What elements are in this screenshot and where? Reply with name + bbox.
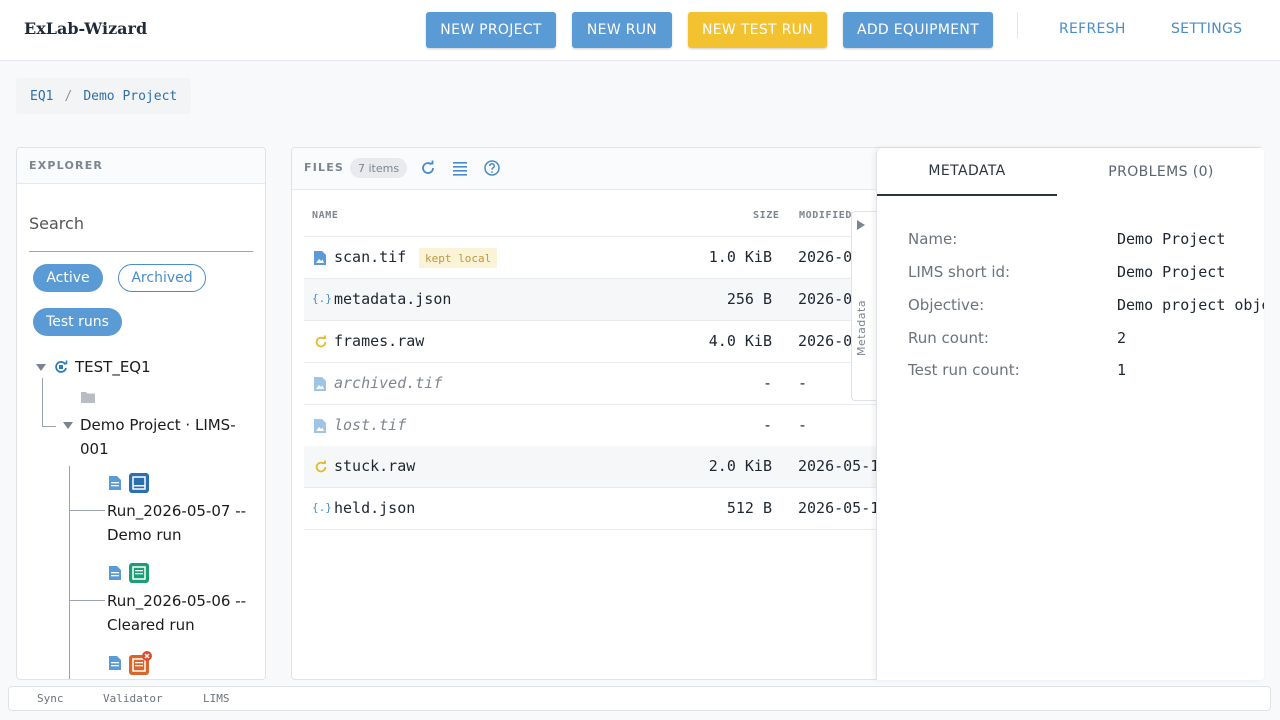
file-modified: - [798,416,808,434]
search-field [29,210,253,252]
field-label: Test run count: [908,361,1020,379]
document-icon [109,566,121,580]
file-size: 2.0 KiB [708,457,772,475]
column-header-modified[interactable]: MODIFIED [799,210,852,221]
status-sync[interactable]: Sync [37,692,64,705]
tree-node-run[interactable]: Run_2026-05-07 -- Demo run [107,499,265,547]
breadcrumb-separator: / [64,88,73,104]
explorer-title: EXPLORER [17,148,265,184]
metadata-panel: METADATA PROBLEMS (0) Name: Demo Project… [876,148,1264,680]
document-icon [109,476,121,490]
field-label: Objective: [908,296,985,314]
image-file-icon [314,251,326,265]
file-name: scan.tif [334,248,407,266]
table-row[interactable]: scan.tif kept local 1.0 KiB 2026-05-1 [304,237,884,279]
test-equipment-icon [55,360,68,373]
tree-node-project[interactable]: Demo Project · LIMS-001 [80,413,260,461]
tree-node-equipment[interactable]: TEST_EQ1 [75,355,151,379]
folder-icon [81,392,95,403]
status-bar: Sync Validator LIMS [8,686,1271,711]
refresh-icon[interactable] [420,160,436,176]
json-file-icon: {.} [312,292,332,305]
top-bar: ExLab-Wizard NEW PROJECT NEW RUN NEW TES… [0,0,1280,61]
new-project-button[interactable]: NEW PROJECT [426,12,556,48]
file-size: 512 B [726,499,772,517]
file-size: - [762,416,772,434]
table-row[interactable]: {.} metadata.json 256 B 2026-05-1 [304,279,884,321]
field-value: Demo Project [1117,230,1226,248]
refresh-button[interactable]: REFRESH [1059,21,1126,37]
tab-problems[interactable]: PROBLEMS (0) [1071,148,1251,196]
files-title: FILES [304,161,345,174]
file-modified: 2026-05-1 [798,457,880,475]
file-name: stuck.raw [334,457,416,475]
file-size: 1.0 KiB [708,248,772,266]
metadata-side-tab-label: Metadata [855,299,868,356]
tree-node-run[interactable]: Run_2026-05-06 -- Cleared run [107,589,265,637]
column-header-name[interactable]: NAME [312,210,338,221]
file-name: lost.tif [334,416,407,434]
syncing-file-icon [315,460,327,473]
expand-caret-icon[interactable] [36,364,46,371]
syncing-file-icon [315,335,327,348]
field-value: 1 [1117,361,1127,379]
validated-status-icon [129,563,149,583]
error-status-icon [129,651,152,675]
toolbar-divider [1017,12,1018,38]
file-modified: 2026-05-1 [798,499,880,517]
file-size: - [762,374,772,392]
table-row[interactable]: frames.raw 4.0 KiB 2026-05-1 [304,321,884,363]
breadcrumb-item-project[interactable]: Demo Project [83,89,177,104]
file-name: held.json [334,499,416,517]
list-view-icon[interactable] [452,160,468,176]
app-title: ExLab-Wizard [24,19,148,38]
field-value: Demo Project [1117,263,1226,281]
expand-caret-icon[interactable] [63,422,73,429]
json-file-icon: {.} [312,501,332,514]
table-row[interactable]: {.} held.json 512 B 2026-05-1 [304,488,884,530]
tab-metadata[interactable]: METADATA [877,148,1057,196]
breadcrumb: EQ1 / Demo Project [16,78,192,114]
column-header-size[interactable]: SIZE [753,210,779,221]
status-lims[interactable]: LIMS [203,692,230,705]
tree-guide-line [69,466,70,679]
metadata-side-tab[interactable]: Metadata [851,211,877,401]
new-test-run-button[interactable]: NEW TEST RUN [688,12,827,48]
help-icon[interactable] [484,160,500,176]
field-label: Name: [908,230,958,248]
tree-guide-line [42,378,43,426]
explorer-panel: EXPLORER Active Archived Test runs TEST_… [16,147,266,680]
file-name: frames.raw [334,332,425,350]
document-icon [109,656,121,670]
table-row[interactable]: lost.tif - - [304,405,884,447]
field-label: LIMS short id: [908,263,1011,281]
file-size: 4.0 KiB [708,332,772,350]
field-value: 2 [1117,329,1127,347]
table-row[interactable]: stuck.raw 2.0 KiB 2026-05-1 [304,446,884,488]
tree-guide-line [42,426,56,427]
file-name: metadata.json [334,290,452,308]
settings-button[interactable]: SETTINGS [1171,21,1242,37]
image-file-icon [314,419,326,433]
filter-archived-chip[interactable]: Archived [118,264,206,292]
run-status-icon [129,473,149,493]
breadcrumb-item-equipment[interactable]: EQ1 [30,89,53,104]
expand-arrow-icon [857,220,865,230]
field-value: Demo project objective [1117,296,1264,314]
file-size: 256 B [726,290,772,308]
table-row[interactable]: archived.tif - - [304,363,884,405]
tree-guide-line [69,600,105,601]
file-name: archived.tif [334,374,443,392]
new-run-button[interactable]: NEW RUN [572,12,672,48]
filter-active-chip[interactable]: Active [33,264,103,292]
image-file-icon [314,377,326,391]
tree-guide-line [69,510,105,511]
kept-local-badge: kept local [419,248,498,268]
field-label: Run count: [908,329,989,347]
filter-test-runs-chip[interactable]: Test runs [33,308,122,336]
status-validator[interactable]: Validator [103,692,163,705]
search-input[interactable] [29,210,253,233]
file-count-badge: 7 items [350,158,408,178]
add-equipment-button[interactable]: ADD EQUIPMENT [843,12,993,48]
